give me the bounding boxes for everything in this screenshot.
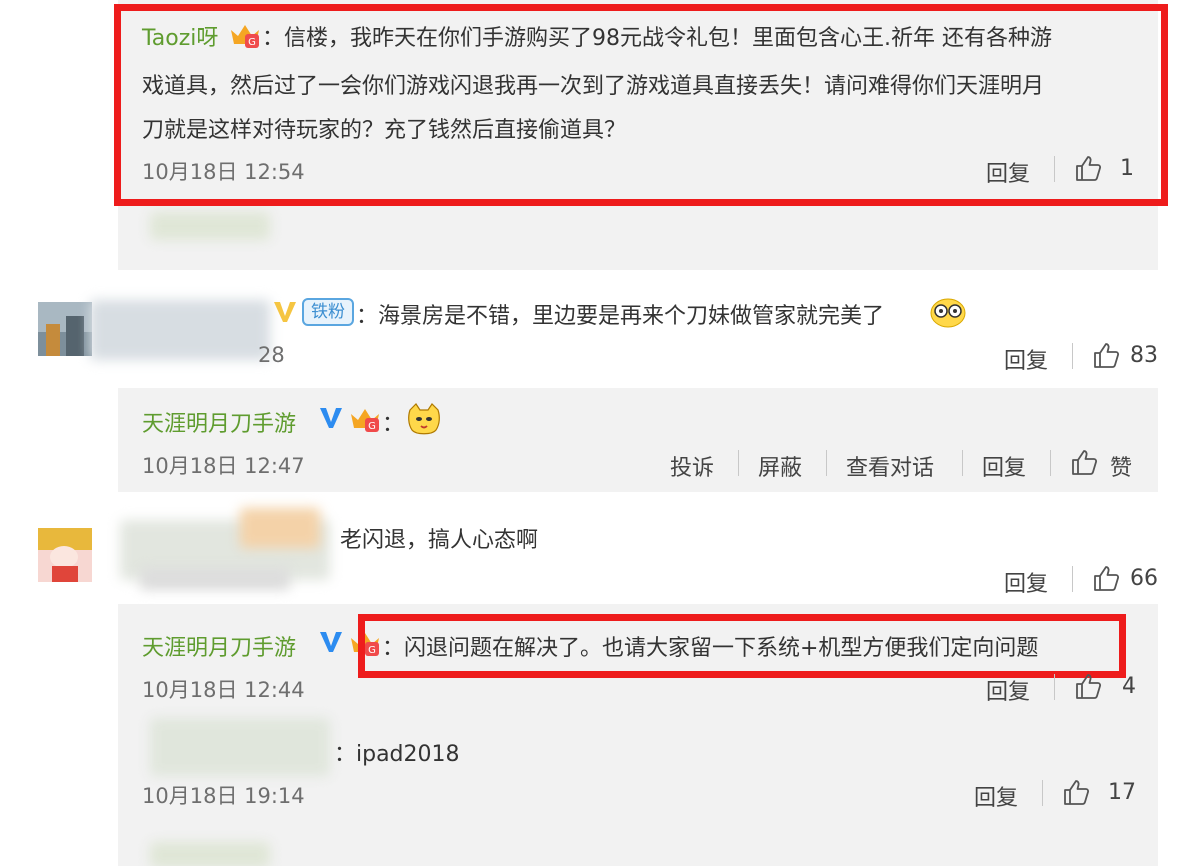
- divider: [1054, 674, 1055, 700]
- like-icon[interactable]: [1062, 778, 1090, 806]
- like-count: 66: [1130, 566, 1158, 591]
- svg-text:G: G: [368, 421, 376, 432]
- verified-v-icon: [274, 302, 296, 322]
- verified-v-icon: [320, 632, 342, 652]
- reply-button[interactable]: 回复: [982, 450, 1026, 482]
- comment-text: ：海景房是不错，里边要是再来个刀妹做管家就完美了: [356, 304, 885, 329]
- like-count: 17: [1108, 780, 1136, 805]
- comment-timestamp-partial: 28: [258, 343, 285, 367]
- cat-emoji-icon: [408, 403, 440, 435]
- reply-button[interactable]: 回复: [974, 780, 1018, 812]
- reply-button[interactable]: 回复: [1004, 343, 1048, 375]
- surprised-emoji-icon: [930, 298, 966, 328]
- blurred-username: [90, 300, 270, 360]
- like-count: 83: [1130, 343, 1158, 368]
- highlight-frame-2: [358, 614, 1126, 678]
- like-icon[interactable]: [1092, 564, 1120, 592]
- reply-button[interactable]: 回复: [1004, 566, 1048, 598]
- block-button[interactable]: 屏蔽: [758, 450, 802, 482]
- divider: [826, 450, 827, 476]
- username-official[interactable]: 天涯明月刀手游: [142, 406, 296, 438]
- comment-timestamp: 10月18日 12:47: [142, 454, 305, 478]
- report-button[interactable]: 投诉: [670, 450, 714, 482]
- comment-text: 老闪退，搞人心态啊: [340, 528, 539, 553]
- blurred-text: [150, 842, 270, 866]
- comment-timestamp: 10月18日 12:44: [142, 678, 305, 702]
- like-icon[interactable]: [1070, 448, 1098, 476]
- blurred-username: [150, 718, 330, 776]
- highlight-frame-1: [114, 4, 1168, 206]
- divider: [1050, 450, 1051, 476]
- divider: [1042, 780, 1043, 806]
- colon: ：: [382, 412, 405, 437]
- verified-v-icon: [320, 408, 342, 428]
- like-icon[interactable]: [1074, 672, 1102, 700]
- divider: [738, 450, 739, 476]
- reply-button[interactable]: 回复: [986, 674, 1030, 706]
- divider: [962, 450, 963, 476]
- blurred-sticker: [240, 508, 320, 548]
- divider: [1072, 343, 1073, 369]
- like-count: 4: [1122, 674, 1136, 699]
- username-official[interactable]: 天涯明月刀手游: [142, 630, 296, 662]
- view-conversation-button[interactable]: 查看对话: [846, 450, 934, 482]
- fan-badge: 铁粉: [302, 298, 354, 326]
- vip-crown-icon: G: [351, 409, 379, 432]
- fan-badge-label: 铁粉: [311, 302, 345, 322]
- avatar[interactable]: [38, 528, 92, 582]
- like-label[interactable]: 赞: [1110, 450, 1132, 482]
- avatar[interactable]: [38, 302, 92, 356]
- comment-timestamp: 10月18日 19:14: [142, 784, 305, 808]
- blurred-timestamp: [140, 568, 290, 590]
- reply-text: ：ipad2018: [334, 742, 460, 767]
- divider: [1072, 566, 1073, 592]
- blurred-text: [150, 212, 270, 240]
- like-icon[interactable]: [1092, 341, 1120, 369]
